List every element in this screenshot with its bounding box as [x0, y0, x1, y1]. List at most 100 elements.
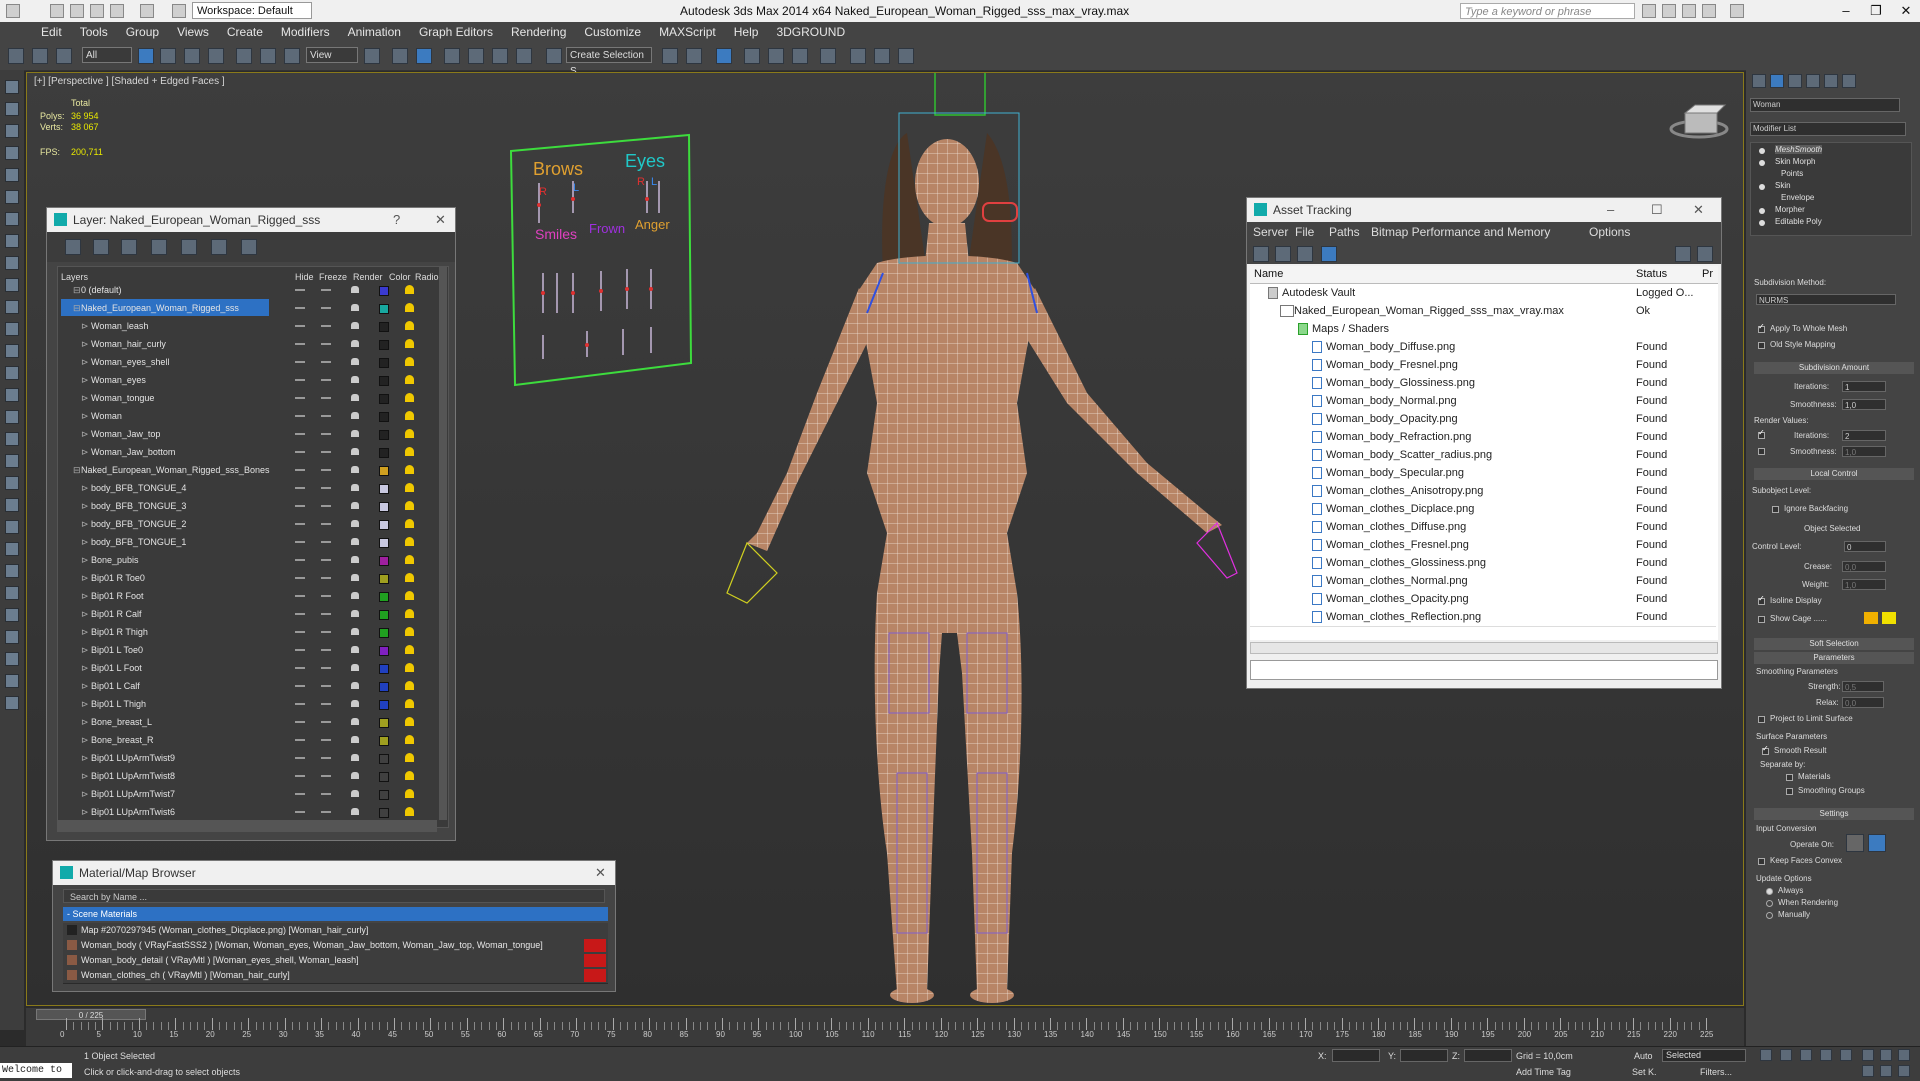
undo-icon[interactable]: [110, 4, 124, 18]
object-icon[interactable]: ⊳: [81, 551, 89, 569]
layer-color-swatch[interactable]: [379, 430, 389, 440]
operate-on-polygons-icon[interactable]: [1868, 834, 1886, 852]
link-icon[interactable]: [8, 48, 24, 64]
freeze-toggle[interactable]: [321, 505, 331, 507]
asset-settings-icon[interactable]: [1697, 246, 1713, 262]
layer-color-swatch[interactable]: [379, 466, 389, 476]
show-cage-checkbox[interactable]: [1758, 616, 1765, 623]
cage-color-swatch-2[interactable]: [1882, 612, 1896, 624]
render-teapot-icon[interactable]: [898, 48, 914, 64]
object-icon[interactable]: ⊳: [81, 371, 89, 389]
align-icon[interactable]: [686, 48, 702, 64]
ignore-backfacing-checkbox[interactable]: [1772, 506, 1779, 513]
asset-window-maximize-icon[interactable]: ☐: [1651, 198, 1663, 222]
radiosity-icon[interactable]: [405, 411, 414, 420]
render-teapot-icon[interactable]: [351, 664, 359, 671]
hide-toggle[interactable]: [295, 649, 305, 651]
rendered-frame-window-icon[interactable]: [850, 48, 866, 64]
update-manually-radio[interactable]: [1766, 912, 1773, 919]
layer-color-swatch[interactable]: [379, 664, 389, 674]
time-slider[interactable]: 0 / 225: [36, 1009, 146, 1020]
iterations-spinner[interactable]: 1: [1842, 381, 1886, 392]
layer-name[interactable]: Bip01 L Toe0: [91, 641, 143, 659]
reference-coordinate-dropdown[interactable]: View: [306, 47, 358, 63]
render-teapot-icon[interactable]: [351, 718, 359, 725]
asset-menu-server[interactable]: Server: [1253, 222, 1288, 242]
angle-snap-icon[interactable]: [468, 48, 484, 64]
render-teapot-icon[interactable]: [351, 520, 359, 527]
modifier-toggle-icon[interactable]: [1759, 160, 1765, 166]
menu-create[interactable]: Create: [218, 22, 272, 42]
hide-toggle[interactable]: [295, 379, 305, 381]
hide-toggle[interactable]: [295, 289, 305, 291]
freeze-toggle[interactable]: [321, 613, 331, 615]
radiosity-icon[interactable]: [405, 771, 414, 780]
modifier-toggle-icon[interactable]: [1759, 208, 1765, 214]
create-layer-icon[interactable]: [65, 239, 81, 255]
left-tool-scene-explorer-icon[interactable]: [5, 168, 19, 182]
hide-toggle[interactable]: [295, 739, 305, 741]
render-teapot-icon[interactable]: [351, 610, 359, 617]
render-production-icon[interactable]: [874, 48, 890, 64]
control-level-spinner[interactable]: 0: [1844, 541, 1886, 552]
asset-row[interactable]: Woman_clothes_Glossiness.png Found: [1250, 554, 1716, 573]
render-teapot-icon[interactable]: [351, 700, 359, 707]
modifier-toggle-icon[interactable]: [1759, 220, 1765, 226]
layer-name[interactable]: Woman_eyes: [91, 371, 146, 389]
previous-frame-icon[interactable]: [1780, 1049, 1792, 1061]
object-name-field[interactable]: Woman: [1750, 98, 1900, 112]
layer-row[interactable]: ⊳ Bip01 R Foot: [59, 587, 449, 605]
freeze-toggle[interactable]: [321, 649, 331, 651]
star-icon[interactable]: [1682, 4, 1696, 18]
material-editor-icon[interactable]: [792, 48, 808, 64]
freeze-toggle[interactable]: [321, 757, 331, 759]
x-coord-field[interactable]: [1332, 1049, 1380, 1062]
radiosity-icon[interactable]: [405, 645, 414, 654]
asset-row[interactable]: Woman_body_Glossiness.png Found: [1250, 374, 1716, 393]
freeze-toggle[interactable]: [321, 595, 331, 597]
menu-3dground[interactable]: 3DGROUND: [767, 22, 854, 42]
freeze-toggle[interactable]: [321, 343, 331, 345]
layer-row[interactable]: ⊳ Woman: [59, 407, 449, 425]
layer-row[interactable]: ⊳ Bip01 L Foot: [59, 659, 449, 677]
freeze-toggle[interactable]: [321, 793, 331, 795]
hide-toggle[interactable]: [295, 721, 305, 723]
radiosity-icon[interactable]: [405, 591, 414, 600]
asset-menu-options[interactable]: Options: [1589, 222, 1630, 242]
layer-row[interactable]: ⊳ Bone_breast_R: [59, 731, 449, 749]
left-tool-tube-icon[interactable]: [5, 542, 19, 556]
render-teapot-icon[interactable]: [351, 538, 359, 545]
modify-tab-icon[interactable]: [1770, 74, 1784, 88]
left-tool-torus-icon[interactable]: [5, 410, 19, 424]
layer-color-swatch[interactable]: [379, 556, 389, 566]
left-tool-cameras-icon[interactable]: [5, 256, 19, 270]
scene-materials-group[interactable]: - Scene Materials: [63, 907, 608, 921]
layer-color-swatch[interactable]: [379, 322, 389, 332]
layer-row[interactable]: ⊳ Bip01 LUpArmTwist9: [59, 749, 449, 767]
hide-toggle[interactable]: [295, 811, 305, 813]
scale-icon[interactable]: [284, 48, 300, 64]
layer-window-help-icon[interactable]: ?: [393, 208, 400, 232]
left-tool-pyramid-icon[interactable]: [5, 520, 19, 534]
layer-color-swatch[interactable]: [379, 286, 389, 296]
layer-color-swatch[interactable]: [379, 304, 389, 314]
render-teapot-icon[interactable]: [351, 340, 359, 347]
binoculars-icon[interactable]: [1642, 4, 1656, 18]
left-tool-sun-icon[interactable]: [5, 454, 19, 468]
layer-color-swatch[interactable]: [379, 754, 389, 764]
rotate-icon[interactable]: [260, 48, 276, 64]
freeze-toggle[interactable]: [321, 433, 331, 435]
apply-whole-mesh-checkbox[interactable]: [1758, 322, 1765, 333]
modifier-stack-item[interactable]: Skin: [1775, 181, 1791, 190]
radiosity-icon[interactable]: [405, 483, 414, 492]
freeze-toggle[interactable]: [321, 541, 331, 543]
next-frame-icon[interactable]: [1820, 1049, 1832, 1061]
material-browser-close-icon[interactable]: ✕: [595, 861, 606, 885]
selection-filter-dropdown[interactable]: All: [82, 47, 132, 63]
menu-rendering[interactable]: Rendering: [502, 22, 575, 42]
render-teapot-icon[interactable]: [351, 322, 359, 329]
layer-name[interactable]: Woman_Jaw_bottom: [91, 443, 175, 461]
orbit-icon[interactable]: [1880, 1065, 1892, 1077]
asset-row[interactable]: Autodesk Vault Logged O...: [1250, 284, 1716, 303]
radiosity-icon[interactable]: [405, 429, 414, 438]
